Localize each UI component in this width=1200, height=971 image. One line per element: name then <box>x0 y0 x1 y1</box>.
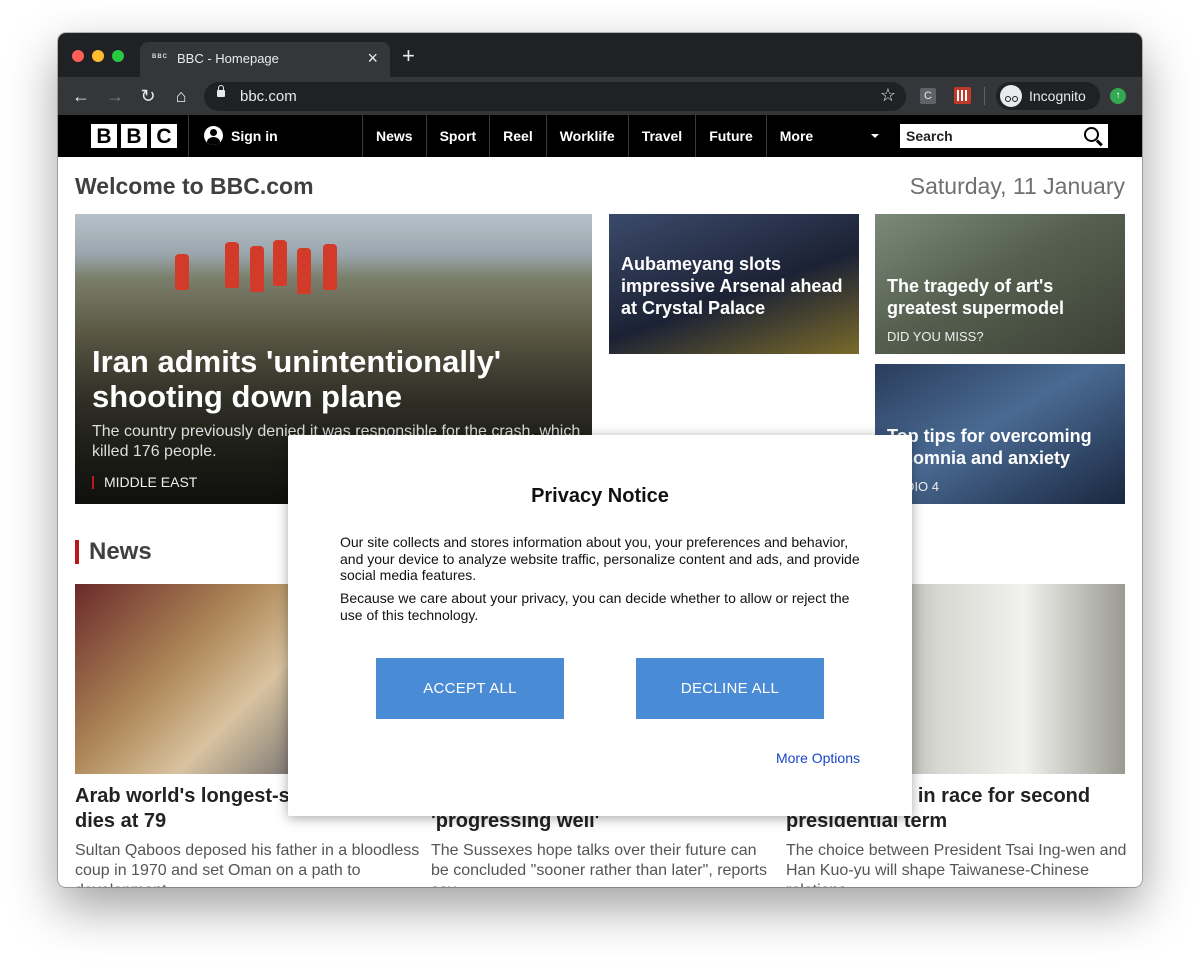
bbc-logo[interactable]: B B C <box>91 124 177 148</box>
address-bar[interactable]: bbc.com ☆ <box>204 82 906 111</box>
more-options-link[interactable]: More Options <box>776 750 860 766</box>
nav-more-label: More <box>779 128 814 144</box>
dialog-title: Privacy Notice <box>531 485 669 507</box>
tab-title: BBC - Homepage <box>177 51 279 66</box>
user-icon <box>204 126 223 145</box>
logo-letter: B <box>91 124 117 148</box>
nav-worklife[interactable]: Worklife <box>545 115 628 157</box>
hero-section-tag[interactable]: MIDDLE EAST <box>92 475 197 489</box>
page-content: Welcome to BBC.com Saturday, 11 January … <box>58 157 1142 887</box>
news-summary: The choice between President Tsai Ing-we… <box>786 842 1127 887</box>
story-card-insomnia[interactable]: Top tips for overcoming insomnia and anx… <box>875 364 1125 504</box>
nav-future[interactable]: Future <box>695 115 766 157</box>
logo-letter: C <box>151 124 177 148</box>
browser-tab[interactable]: BBC BBC - Homepage × <box>140 42 390 77</box>
search-box[interactable] <box>900 124 1108 148</box>
card-headline: Top tips for overcoming insomnia and anx… <box>887 426 1092 468</box>
close-window-button[interactable] <box>72 50 84 62</box>
dialog-paragraph: Our site collects and stores information… <box>340 534 860 583</box>
minimize-window-button[interactable] <box>92 50 104 62</box>
card-headline: The tragedy of art's greatest supermodel <box>887 276 1065 318</box>
incognito-icon <box>1000 85 1022 107</box>
extension-piano-icon[interactable] <box>954 87 971 104</box>
browser-window: BBC BBC - Homepage × + ← → ↻ ⌂ bbc.com ☆… <box>58 33 1142 887</box>
toolbar-divider <box>984 87 985 105</box>
home-icon[interactable]: ⌂ <box>169 84 193 108</box>
title-bar: BBC BBC - Homepage × + <box>58 33 1142 77</box>
news-section-heading[interactable]: News <box>75 540 152 564</box>
browser-toolbar: ← → ↻ ⌂ bbc.com ☆ C Incognito ↑ <box>58 77 1142 115</box>
nav-reel[interactable]: Reel <box>489 115 546 157</box>
lock-icon <box>217 85 225 97</box>
privacy-notice-dialog: Privacy Notice Our site collects and sto… <box>288 435 912 816</box>
bbc-nav-bar: B B C Sign in News Sport Reel Worklife T… <box>58 115 1142 157</box>
caret-down-icon <box>870 134 879 138</box>
update-arrow-icon[interactable]: ↑ <box>1110 88 1126 104</box>
maximize-window-button[interactable] <box>112 50 124 62</box>
news-summary: The Sussexes hope talks over their futur… <box>431 842 767 887</box>
hero-image-figure <box>225 242 239 288</box>
sign-in-link[interactable]: Sign in <box>204 126 278 145</box>
nav-more[interactable]: More <box>765 115 889 157</box>
bbc-favicon-icon: BBC <box>152 54 168 60</box>
nav-news[interactable]: News <box>362 115 426 157</box>
new-tab-icon[interactable]: + <box>402 43 415 69</box>
decline-all-button[interactable]: DECLINE ALL <box>636 658 824 719</box>
news-summary: Sultan Qaboos deposed his father in a bl… <box>75 842 420 887</box>
hero-image-figure <box>250 246 264 292</box>
nav-divider <box>188 115 189 157</box>
extension-c-icon[interactable]: C <box>920 88 936 104</box>
close-tab-icon[interactable]: × <box>367 48 378 69</box>
logo-letter: B <box>121 124 147 148</box>
story-card-arsenal[interactable]: Aubameyang slots impressive Arsenal ahea… <box>609 214 859 354</box>
sign-in-label: Sign in <box>231 127 278 144</box>
bookmark-star-icon[interactable]: ☆ <box>880 85 896 106</box>
accept-all-button[interactable]: ACCEPT ALL <box>376 658 564 719</box>
hero-image-figure <box>175 254 189 290</box>
welcome-heading: Welcome to BBC.com <box>75 173 314 199</box>
reload-icon[interactable]: ↻ <box>136 84 160 108</box>
incognito-profile-button[interactable]: Incognito <box>996 82 1100 110</box>
story-card-art[interactable]: The tragedy of art's greatest supermodel… <box>875 214 1125 354</box>
card-headline: Aubameyang slots impressive Arsenal ahea… <box>621 254 843 318</box>
date-label: Saturday, 11 January <box>909 173 1125 199</box>
url-text: bbc.com <box>240 88 297 105</box>
dialog-paragraph: Because we care about your privacy, you … <box>340 590 850 623</box>
hero-image-figure <box>323 244 337 290</box>
search-icon[interactable] <box>1084 127 1099 142</box>
hero-image-figure <box>297 248 311 294</box>
back-arrow-icon[interactable]: ← <box>69 84 93 108</box>
search-input[interactable] <box>900 124 1082 148</box>
incognito-label: Incognito <box>1029 88 1086 104</box>
nav-links: News Sport Reel Worklife Travel Future M… <box>362 115 889 157</box>
hero-image-figure <box>273 240 287 286</box>
nav-sport[interactable]: Sport <box>425 115 490 157</box>
hero-headline[interactable]: Iran admits 'unintentionally' shooting d… <box>92 344 582 414</box>
forward-arrow-icon[interactable]: → <box>103 84 127 108</box>
nav-travel[interactable]: Travel <box>627 115 695 157</box>
card-tag: DID YOU MISS? <box>887 329 984 344</box>
